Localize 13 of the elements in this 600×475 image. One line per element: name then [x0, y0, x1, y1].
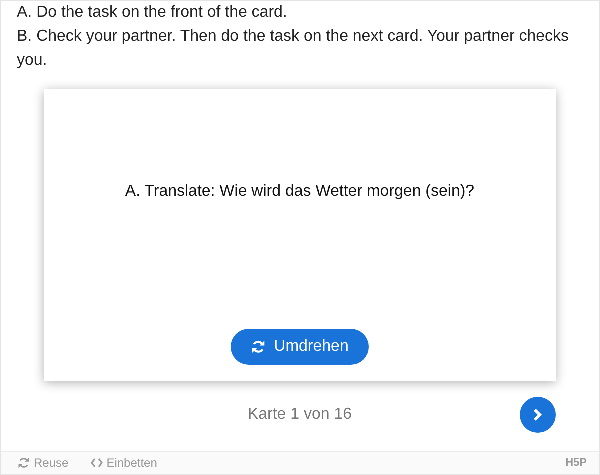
card-counter: Karte 1 von 16 — [248, 406, 352, 424]
reuse-link[interactable]: Reuse — [18, 456, 69, 470]
chevron-right-icon — [533, 408, 543, 422]
instruction-text: A. Do the task on the front of the card. — [17, 3, 288, 23]
flip-button[interactable]: Umdrehen — [231, 329, 369, 365]
refresh-icon — [18, 457, 30, 469]
logo[interactable]: H5P — [566, 457, 587, 469]
next-button[interactable] — [520, 397, 556, 433]
code-icon — [90, 458, 103, 468]
card-text: A. Translate: Wie wird das Wetter morgen (sein)? — [125, 183, 475, 202]
embed-link[interactable]: Einbetten — [90, 456, 158, 470]
instruction-text: B. Check your partner. Then do the task on the next card. Your partner checks you. — [17, 27, 570, 71]
refresh-icon — [251, 340, 266, 354]
